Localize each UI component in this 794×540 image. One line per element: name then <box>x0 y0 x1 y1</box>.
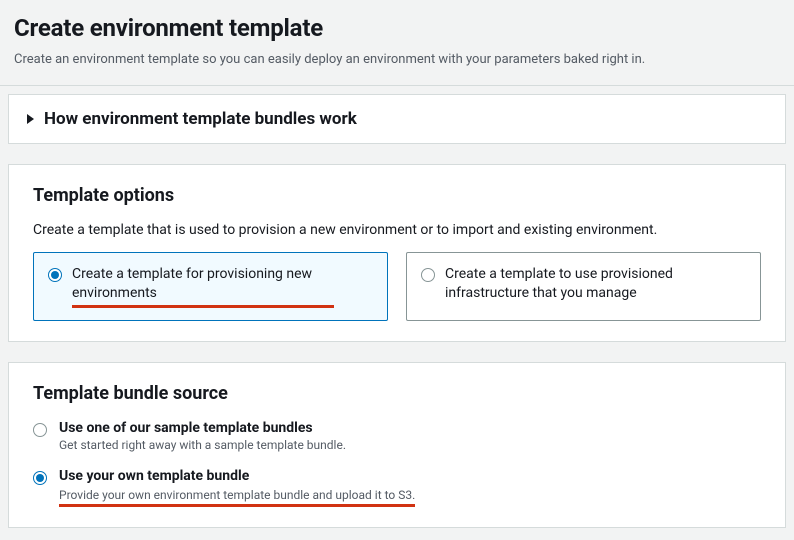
emphasis-underline <box>59 504 415 507</box>
radio-icon <box>33 423 47 437</box>
option-provision-new[interactable]: Create a template for provisioning new e… <box>33 252 388 321</box>
bundle-option-sample[interactable]: Use one of our sample template bundles G… <box>33 420 761 452</box>
bundle-source-list: Use one of our sample template bundles G… <box>33 420 761 507</box>
radio-icon <box>48 268 62 282</box>
option-use-existing[interactable]: Create a template to use provisioned inf… <box>406 252 761 321</box>
bundle-option-label: Use one of our sample template bundles <box>59 420 346 436</box>
bundle-option-hint: Get started right away with a sample tem… <box>59 438 346 452</box>
radio-icon <box>33 471 47 485</box>
template-options-description: Create a template that is used to provis… <box>33 222 761 238</box>
expander-panel: How environment template bundles work <box>8 94 786 144</box>
page-title: Create environment template <box>14 14 780 42</box>
bundle-option-hint: Provide your own environment template bu… <box>59 488 415 502</box>
template-options-section: Template options Create a template that … <box>8 164 786 342</box>
caret-right-icon <box>27 114 34 124</box>
option-label: Create a template for provisioning new e… <box>72 266 312 301</box>
bundle-option-own[interactable]: Use your own template bundle Provide you… <box>33 468 761 507</box>
expander-toggle[interactable]: How environment template bundles work <box>9 95 785 143</box>
template-options-row: Create a template for provisioning new e… <box>33 252 761 321</box>
option-label: Create a template to use provisioned inf… <box>445 266 673 301</box>
bundle-source-section: Template bundle source Use one of our sa… <box>8 362 786 528</box>
bundle-option-label: Use your own template bundle <box>59 468 415 484</box>
bundle-source-title: Template bundle source <box>33 383 761 404</box>
template-options-title: Template options <box>33 185 761 206</box>
page-subtitle: Create an environment template so you ca… <box>14 52 780 67</box>
expander-title: How environment template bundles work <box>44 109 357 129</box>
emphasis-underline <box>72 305 334 308</box>
radio-icon <box>421 268 435 282</box>
